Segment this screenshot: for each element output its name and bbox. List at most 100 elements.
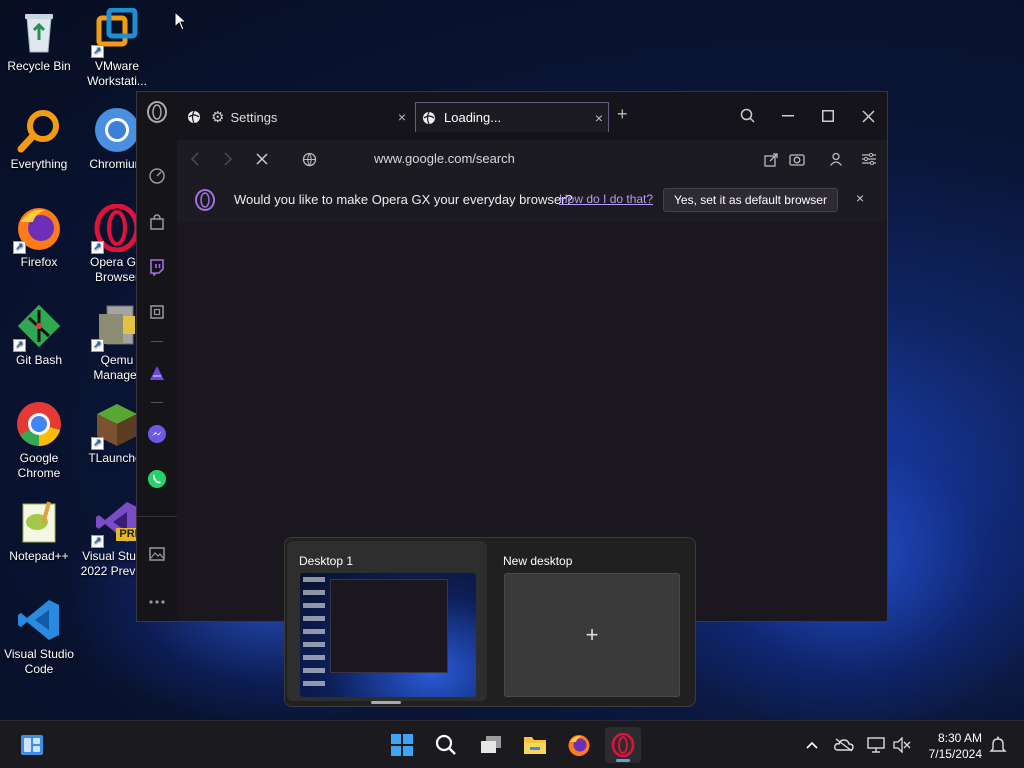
visual-studio-icon: PRE ↗ bbox=[91, 498, 145, 548]
globe-icon bbox=[185, 110, 203, 124]
new-tab-button[interactable]: + bbox=[617, 104, 628, 125]
opera-logo-icon[interactable] bbox=[145, 100, 169, 124]
system-clock[interactable]: 8:30 AM 7/15/2024 bbox=[929, 730, 982, 762]
share-icon[interactable] bbox=[761, 149, 781, 169]
opera-gx-icon: ↗ bbox=[91, 203, 141, 254]
everything-search-icon bbox=[15, 106, 63, 154]
sidebar-divider bbox=[151, 341, 163, 342]
desktop-label: Desktop 1 bbox=[299, 554, 354, 568]
desktop-icon-everything[interactable]: Everything bbox=[0, 106, 78, 172]
shopping-bag-icon[interactable] bbox=[145, 210, 169, 234]
tab-label: Loading... bbox=[444, 110, 502, 125]
maximize-icon[interactable] bbox=[816, 104, 840, 128]
desktop-icon-label: Visual Studio Code bbox=[4, 647, 74, 676]
how-do-i-do-that-link[interactable]: How do I do that? bbox=[559, 192, 653, 206]
twitch-icon[interactable] bbox=[145, 255, 169, 279]
running-indicator bbox=[616, 759, 630, 762]
vscode-icon bbox=[15, 596, 63, 644]
shortcut-arrow-icon: ↗ bbox=[91, 45, 104, 58]
desktop-icon-label: Firefox bbox=[20, 255, 58, 269]
thumbnail-icons bbox=[303, 577, 325, 689]
new-desktop[interactable]: New desktop + bbox=[491, 541, 691, 701]
stop-loading-icon[interactable] bbox=[252, 149, 272, 169]
file-explorer-icon[interactable] bbox=[517, 727, 553, 763]
chrome-icon bbox=[15, 400, 63, 448]
windows-start-icon[interactable] bbox=[384, 727, 420, 763]
opera-gx-icon[interactable] bbox=[605, 727, 641, 763]
desktop-icon-label: Git Bash bbox=[15, 353, 63, 367]
thumbnail-window bbox=[330, 579, 448, 673]
shortcut-arrow-icon: ↗ bbox=[91, 339, 104, 352]
desktop-icon-vmware[interactable]: ↗ VMware Workstati... bbox=[78, 7, 156, 89]
close-tab-icon[interactable]: × bbox=[393, 109, 411, 125]
shortcut-arrow-icon: ↗ bbox=[91, 437, 104, 450]
opera-logo-icon bbox=[194, 189, 216, 216]
globe-icon bbox=[422, 111, 436, 125]
messenger-icon[interactable] bbox=[145, 422, 169, 446]
onedrive-icon[interactable] bbox=[828, 727, 860, 763]
site-info-icon[interactable] bbox=[299, 149, 319, 169]
vmware-icon: ↗ bbox=[91, 7, 141, 58]
tab-settings[interactable]: ⚙ Settings × bbox=[181, 102, 411, 132]
shortcut-arrow-icon: ↗ bbox=[13, 241, 26, 254]
snapshot-icon[interactable] bbox=[787, 149, 807, 169]
address-bar: www.google.com/search bbox=[177, 140, 887, 178]
search-icon[interactable] bbox=[428, 727, 464, 763]
banner-question: Would you like to make Opera GX your eve… bbox=[234, 192, 573, 207]
desktop-label: New desktop bbox=[503, 554, 573, 568]
selected-desktop-indicator bbox=[371, 701, 401, 704]
desktop-icon-label: Google Chrome bbox=[17, 451, 61, 480]
desktop-1-thumbnail bbox=[300, 573, 476, 697]
gallery-icon[interactable] bbox=[145, 542, 169, 566]
close-window-icon[interactable] bbox=[856, 104, 880, 128]
tab-loading[interactable]: Loading... × bbox=[415, 102, 609, 132]
firefox-icon[interactable] bbox=[561, 727, 597, 763]
desktop-icon-vscode[interactable]: Visual Studio Code bbox=[0, 596, 78, 677]
widgets-icon[interactable] bbox=[14, 727, 50, 763]
profile-icon[interactable] bbox=[826, 149, 846, 169]
chromium-icon bbox=[93, 106, 141, 154]
speedometer-icon[interactable] bbox=[145, 164, 169, 188]
whatsapp-icon[interactable] bbox=[145, 467, 169, 491]
task-view-icon[interactable] bbox=[473, 727, 509, 763]
notepadpp-icon bbox=[15, 498, 63, 546]
desktop-icon-label: Recycle Bin bbox=[7, 59, 71, 73]
plus-icon: + bbox=[585, 622, 599, 647]
desktop-icon-notepadpp[interactable]: Notepad++ bbox=[0, 498, 78, 564]
close-tab-icon[interactable]: × bbox=[590, 110, 608, 126]
set-default-button[interactable]: Yes, set it as default browser bbox=[663, 188, 838, 212]
sidebar-divider bbox=[151, 402, 163, 403]
easy-setup-icon[interactable] bbox=[859, 149, 879, 169]
notification-icon[interactable] bbox=[982, 727, 1014, 763]
back-icon[interactable] bbox=[185, 149, 205, 169]
close-banner-icon[interactable]: × bbox=[856, 190, 864, 206]
desktop-icon-recycle-bin[interactable]: Recycle Bin bbox=[0, 8, 78, 74]
clock-date: 7/15/2024 bbox=[928, 747, 982, 761]
git-bash-icon: ↗ bbox=[13, 302, 63, 352]
gx-control-icon[interactable] bbox=[145, 300, 169, 324]
task-view-panel: Desktop 1 New desktop + bbox=[284, 537, 696, 707]
virtual-desktop-1[interactable]: Desktop 1 bbox=[287, 541, 487, 701]
shortcut-arrow-icon: ↗ bbox=[91, 535, 104, 548]
shortcut-arrow-icon: ↗ bbox=[13, 339, 26, 352]
minimize-icon[interactable] bbox=[776, 104, 800, 128]
clock-time: 8:30 AM bbox=[937, 731, 982, 745]
desktop-icon-git-bash[interactable]: ↗ Git Bash bbox=[0, 302, 78, 368]
url-field[interactable]: www.google.com/search bbox=[374, 151, 515, 166]
tab-label: Settings bbox=[230, 109, 278, 125]
desktop-icon-firefox[interactable]: ↗ Firefox bbox=[0, 204, 78, 270]
firefox-icon: ↗ bbox=[13, 204, 63, 254]
desktop-icon-label: Everything bbox=[10, 157, 68, 171]
sidebar-bottom-divider bbox=[137, 516, 177, 517]
gx-sidebar bbox=[137, 92, 177, 621]
chevron-up-icon[interactable] bbox=[796, 727, 828, 763]
aria-icon[interactable] bbox=[145, 361, 169, 385]
volume-muted-icon[interactable] bbox=[886, 727, 918, 763]
shortcut-arrow-icon: ↗ bbox=[91, 241, 104, 254]
search-tabs-icon[interactable] bbox=[736, 104, 760, 128]
forward-icon[interactable] bbox=[218, 149, 238, 169]
new-desktop-button[interactable]: + bbox=[504, 573, 680, 697]
more-icon[interactable] bbox=[145, 590, 169, 614]
desktop-icon-google-chrome[interactable]: Google Chrome bbox=[0, 400, 78, 481]
mouse-cursor-icon bbox=[174, 11, 188, 31]
